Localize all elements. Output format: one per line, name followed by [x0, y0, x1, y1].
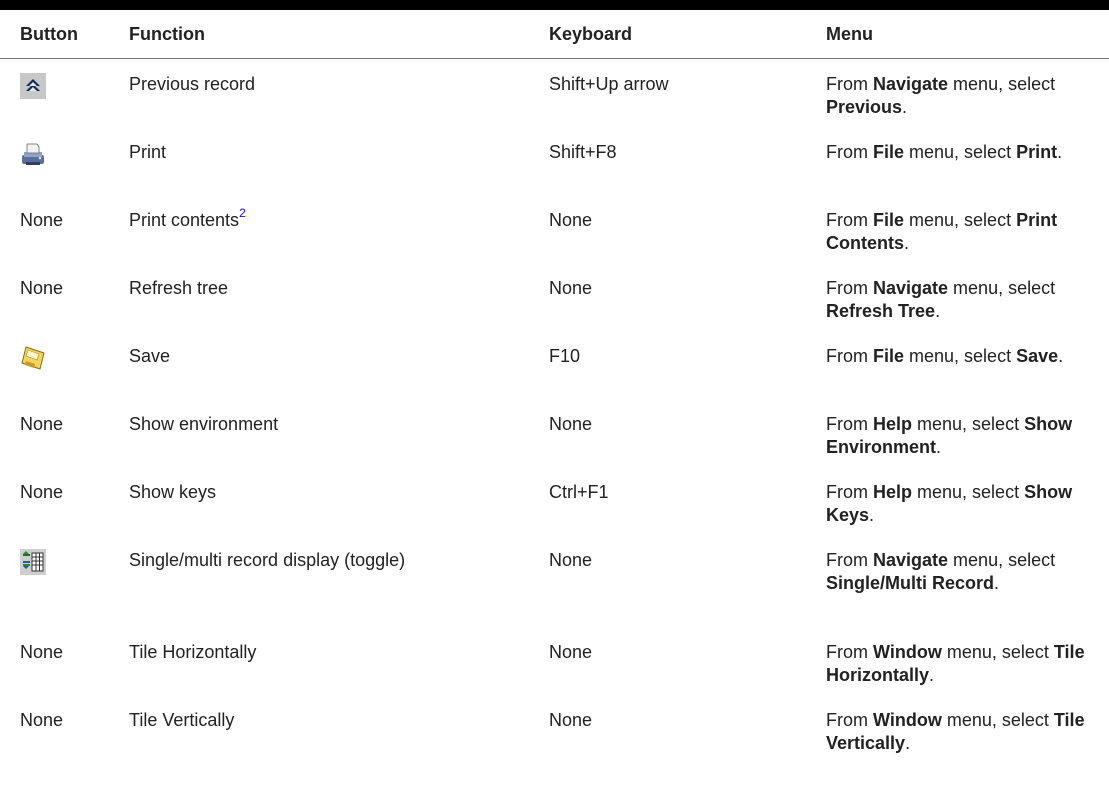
button-cell: None	[20, 481, 64, 502]
header-function: Function	[129, 10, 549, 59]
keyboard-cell: F10	[549, 345, 581, 366]
keyboard-cell: None	[549, 709, 593, 730]
top-rule	[0, 0, 1109, 10]
function-cell: Show keys	[129, 481, 217, 502]
menu-cell: From Help menu, select Show Keys.	[826, 481, 1073, 525]
button-cell	[0, 331, 129, 399]
table-row: None Show environment None From Help men…	[0, 399, 1109, 467]
menu-cell: From Navigate menu, select Previous.	[826, 74, 1056, 117]
function-cell: Show environment	[129, 413, 279, 434]
menu-cell: From File menu, select Print.	[826, 141, 1063, 162]
function-cell: Refresh tree	[129, 277, 229, 298]
function-cell: Print contents2	[129, 205, 246, 230]
button-cell: None	[20, 277, 64, 298]
menu-cell: From Window menu, select Tile Vertically…	[826, 709, 1085, 753]
menu-cell: From File menu, select Save.	[826, 345, 1064, 366]
menu-cell: From Navigate menu, select Refresh Tree.	[826, 277, 1056, 321]
table-header-row: Button Function Keyboard Menu	[0, 10, 1109, 59]
table-row: Print Shift+F8 From File menu, select Pr…	[0, 127, 1109, 195]
footnote-link[interactable]: 2	[239, 206, 246, 220]
keyboard-cell: Ctrl+F1	[549, 481, 609, 502]
header-keyboard: Keyboard	[549, 10, 826, 59]
table-row: Single/multi record display (toggle) Non…	[0, 535, 1109, 627]
button-cell: None	[20, 641, 64, 662]
keyboard-cell: None	[549, 209, 593, 230]
save-icon[interactable]	[20, 345, 46, 371]
header-button: Button	[0, 10, 129, 59]
table-row: Previous record Shift+Up arrow From Navi…	[0, 59, 1109, 127]
function-cell: Tile Vertically	[129, 709, 235, 730]
table-row: None Show keys Ctrl+F1 From Help menu, s…	[0, 467, 1109, 535]
menu-cell: From Help menu, select Show Environment.	[826, 413, 1073, 457]
function-cell: Save	[129, 345, 171, 366]
button-cell: None	[20, 209, 64, 230]
button-cell: None	[20, 709, 64, 730]
function-cell: Tile Horizontally	[129, 641, 257, 662]
keyboard-cell: None	[549, 549, 593, 570]
previous-record-icon[interactable]	[20, 73, 46, 99]
function-cell: Single/multi record display (toggle)	[129, 549, 406, 570]
single-multi-record-icon[interactable]	[20, 548, 46, 575]
header-menu: Menu	[826, 10, 1109, 59]
button-cell: None	[20, 413, 64, 434]
keyboard-cell: Shift+Up arrow	[549, 74, 669, 94]
keyboard-cell: Shift+F8	[549, 141, 617, 162]
table-row: None Tile Vertically None From Window me…	[0, 695, 1109, 763]
button-cell	[0, 127, 129, 195]
keyboard-cell: None	[549, 277, 593, 298]
button-cell	[0, 59, 129, 127]
function-cell: Print	[129, 141, 167, 162]
table-row: None Tile Horizontally None From Window …	[0, 627, 1109, 695]
table-row: None Refresh tree None From Navigate men…	[0, 263, 1109, 331]
menu-cell: From File menu, select Print Contents.	[826, 209, 1058, 253]
table-row: Save F10 From File menu, select Save.	[0, 331, 1109, 399]
keyboard-cell: None	[549, 413, 593, 434]
menu-cell: From Window menu, select Tile Horizontal…	[826, 641, 1085, 685]
table-row: None Print contents2 None From File menu…	[0, 195, 1109, 263]
button-cell	[0, 535, 129, 627]
function-cell: Previous record	[129, 74, 256, 94]
menu-cell: From Navigate menu, select Single/Multi …	[826, 549, 1056, 593]
print-icon[interactable]	[20, 141, 46, 167]
toolbar-reference-table: Button Function Keyboard Menu Previous r…	[0, 10, 1109, 763]
keyboard-cell: None	[549, 641, 593, 662]
